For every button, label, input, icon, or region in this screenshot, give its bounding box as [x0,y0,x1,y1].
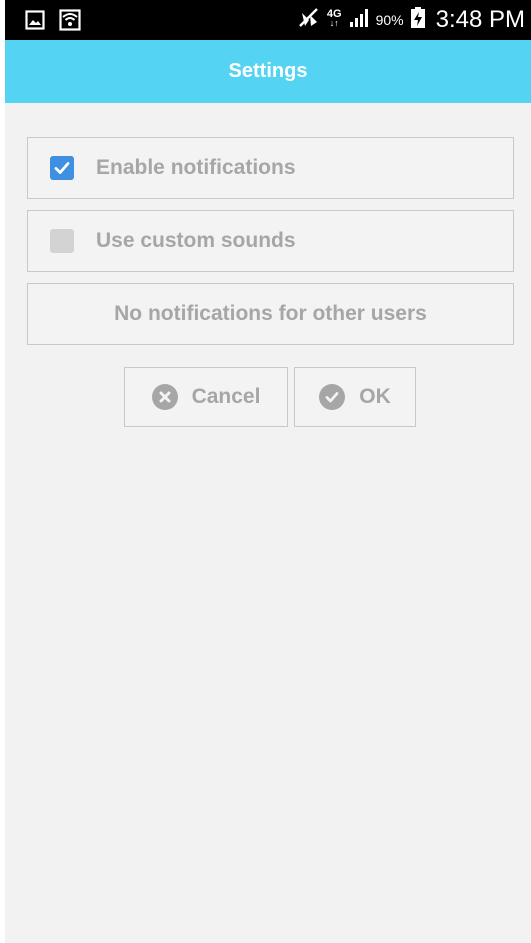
custom-sounds-checkbox[interactable] [50,229,74,253]
enable-notifications-row[interactable]: Enable notifications [27,137,514,199]
enable-notifications-checkbox[interactable] [50,156,74,180]
image-notification-icon [25,10,45,35]
other-users-button[interactable]: No notifications for other users [27,283,514,345]
wifi-icon [59,9,81,36]
cancel-label: Cancel [191,385,261,408]
ok-label: OK [359,385,391,408]
signal-icon [348,7,370,34]
custom-sounds-label: Use custom sounds [96,229,296,252]
status-bar-right: 4G ↓↑ 90% 3:48 PM [297,0,525,40]
page-title: Settings [228,60,308,82]
custom-sounds-row[interactable]: Use custom sounds [27,210,514,272]
action-bar: Settings [5,40,531,103]
cancel-circle-icon [151,384,178,410]
cancel-button[interactable]: Cancel [124,367,288,427]
enable-notifications-label: Enable notifications [96,156,296,179]
checkmark-icon [54,162,70,174]
settings-screen: 4G ↓↑ 90% 3:48 PM Settings Enable notifi… [5,0,531,943]
network-type-label: 4G [326,7,342,20]
network-4g-icon: 4G ↓↑ [326,7,342,28]
mute-icon [297,6,321,35]
check-circle-icon [319,384,346,410]
ok-button[interactable]: OK [294,367,416,427]
battery-charging-icon [410,6,426,34]
status-bar: 4G ↓↑ 90% 3:48 PM [5,0,531,40]
status-clock: 3:48 PM [435,6,525,33]
battery-percent: 90% [375,12,404,28]
status-bar-left [25,9,81,36]
other-users-label: No notifications for other users [114,302,427,325]
